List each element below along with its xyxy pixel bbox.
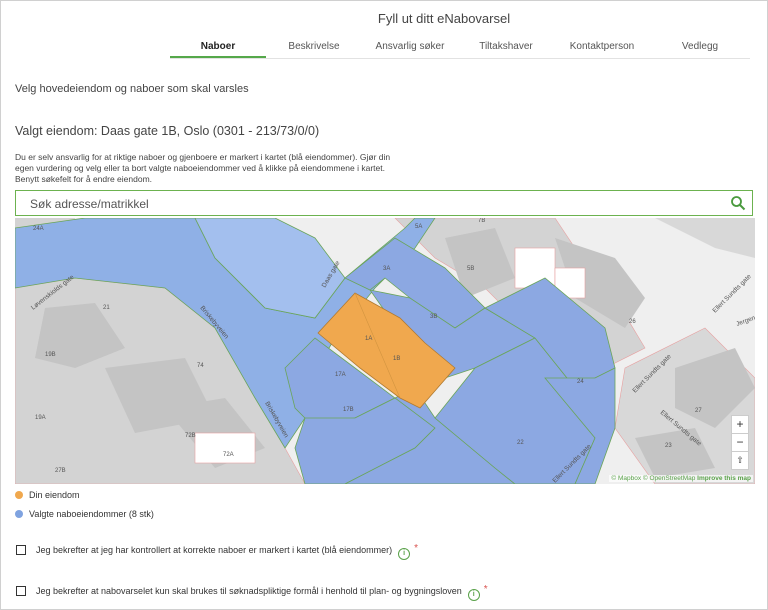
tab-naboer[interactable]: Naboer bbox=[170, 41, 266, 52]
legend-neighbours: Valgte naboeiendommer (8 stk) bbox=[15, 509, 154, 519]
tab-ansvarlig-soker[interactable]: Ansvarlig søker bbox=[362, 41, 458, 52]
legend-own-property: Din eiendom bbox=[15, 490, 80, 500]
address-label: 5B bbox=[467, 266, 474, 272]
address-label: 24 bbox=[577, 379, 584, 385]
tab-bar: Naboer Beskrivelse Ansvarlig søker Tilta… bbox=[170, 38, 750, 59]
selected-property: Valgt eiendom: Daas gate 1B, Oslo (0301 … bbox=[15, 124, 320, 138]
address-label: 23 bbox=[665, 443, 672, 449]
map-attribution: © Mapbox © OpenStreetMap Improve this ma… bbox=[609, 475, 753, 482]
search-input[interactable] bbox=[28, 194, 722, 214]
address-label: 3B bbox=[430, 314, 437, 320]
improve-map-link[interactable]: Improve this map bbox=[697, 475, 751, 482]
map-canvas[interactable]: Løvenskiolds gate Daas gate Briskebyveie… bbox=[15, 218, 755, 484]
address-label: 72B bbox=[185, 433, 196, 439]
info-icon[interactable]: i bbox=[398, 548, 411, 560]
zoom-in-button[interactable]: + bbox=[732, 416, 748, 434]
tab-tiltakshaver[interactable]: Tiltakshaver bbox=[458, 41, 554, 52]
attribution-text[interactable]: © Mapbox © OpenStreetMap bbox=[611, 475, 695, 482]
active-tab-indicator bbox=[170, 56, 266, 58]
confirm-neighbours-label: Jeg bekrefter at jeg har kontrollert at … bbox=[36, 545, 393, 555]
instructions-text: Du er selv ansvarlig for at riktige nabo… bbox=[15, 152, 391, 184]
address-label: 27B bbox=[55, 468, 66, 474]
zoom-out-button[interactable]: − bbox=[732, 434, 748, 452]
confirm-neighbours-row: Jeg bekrefter at jeg har kontrollert at … bbox=[16, 543, 418, 560]
address-label: 3A bbox=[383, 266, 390, 272]
address-label: 17A bbox=[335, 372, 346, 378]
property-map[interactable]: Løvenskiolds gate Daas gate Briskebyveie… bbox=[15, 218, 755, 484]
address-label: 24A bbox=[33, 226, 44, 232]
tab-vedlegg[interactable]: Vedlegg bbox=[650, 41, 750, 52]
compass-icon[interactable]: ⇧ bbox=[732, 452, 748, 469]
map-controls: + − ⇧ bbox=[731, 415, 749, 470]
tab-beskrivelse[interactable]: Beskrivelse bbox=[266, 41, 362, 52]
blue-dot-icon bbox=[15, 510, 23, 518]
address-label: 5A bbox=[415, 224, 422, 230]
address-label: 74 bbox=[197, 363, 204, 369]
confirm-purpose-checkbox[interactable] bbox=[16, 586, 26, 596]
address-label: 19A bbox=[35, 415, 46, 421]
address-label: 17B bbox=[343, 407, 354, 413]
address-label: 19B bbox=[45, 352, 56, 358]
address-label: 7B bbox=[478, 218, 485, 224]
page-title: Fyll ut ditt eNabovarsel bbox=[377, 11, 511, 26]
info-icon[interactable]: i bbox=[467, 589, 480, 601]
address-label: 72A bbox=[223, 452, 234, 458]
address-label: 27 bbox=[695, 408, 702, 414]
search-icon[interactable] bbox=[730, 195, 746, 211]
address-label: 26 bbox=[629, 319, 636, 325]
search-box bbox=[15, 190, 753, 216]
address-label: 22 bbox=[517, 440, 524, 446]
confirm-purpose-label: Jeg bekrefter at nabovarselet kun skal b… bbox=[36, 586, 462, 596]
required-marker: * bbox=[414, 543, 419, 554]
address-label: 21 bbox=[103, 305, 110, 311]
address-label: 1A bbox=[365, 336, 372, 342]
confirm-neighbours-checkbox[interactable] bbox=[16, 545, 26, 555]
tab-kontaktperson[interactable]: Kontaktperson bbox=[554, 41, 650, 52]
confirm-purpose-row: Jeg bekrefter at nabovarselet kun skal b… bbox=[16, 584, 488, 601]
address-label: 1B bbox=[393, 356, 400, 362]
section-heading: Velg hovedeiendom og naboer som skal var… bbox=[15, 83, 249, 95]
required-marker: * bbox=[483, 584, 488, 595]
orange-dot-icon bbox=[15, 491, 23, 499]
